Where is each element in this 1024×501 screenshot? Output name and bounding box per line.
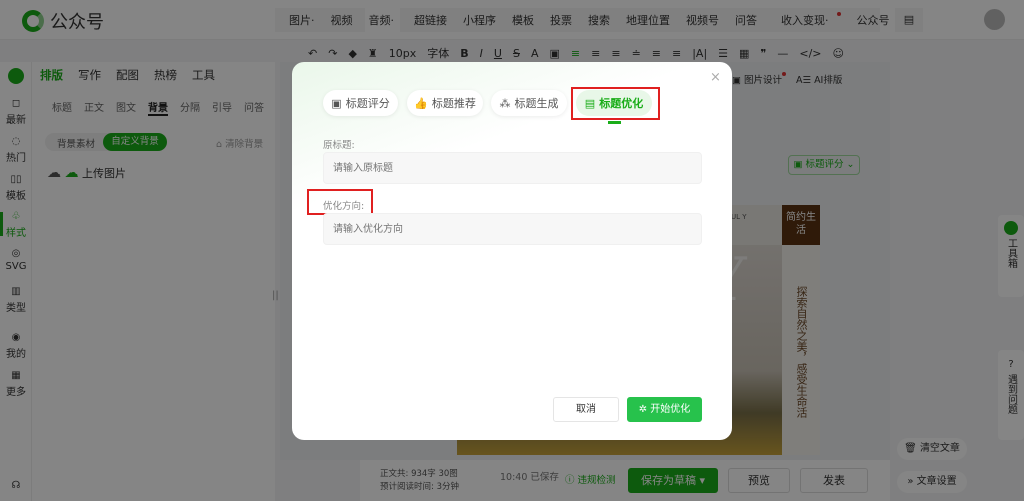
highlight-box xyxy=(571,87,660,120)
title-tools-dialog: × ▣标题评分 👍标题推荐 ⁂标题生成 ▤标题优化 原标题: 优化方向: 取消 … xyxy=(292,62,732,440)
magic-wand-icon: ⁂ xyxy=(499,96,511,110)
direction-input[interactable] xyxy=(323,213,702,245)
start-optimize-button[interactable]: ✲ 开始优化 xyxy=(627,397,702,422)
sparkle-icon: ✲ xyxy=(638,404,648,415)
tab-label: 标题评分 xyxy=(345,97,390,110)
thumbs-up-icon: 👍 xyxy=(414,96,428,110)
tab-title-score[interactable]: ▣ 标题评分 xyxy=(323,90,398,116)
original-title-label: 原标题: xyxy=(323,140,355,151)
tab-title-recommend[interactable]: 👍 标题推荐 xyxy=(407,90,483,116)
cancel-button[interactable]: 取消 xyxy=(553,397,619,422)
close-icon[interactable]: × xyxy=(710,70,721,85)
tab-title-generate[interactable]: ⁂ 标题生成 xyxy=(491,90,567,116)
score-icon: ▣ xyxy=(331,96,342,110)
original-title-input[interactable] xyxy=(323,152,702,184)
tab-label: 标题生成 xyxy=(514,97,559,110)
highlight-box xyxy=(307,189,373,215)
start-optimize-label: 开始优化 xyxy=(650,404,691,415)
tab-label: 标题推荐 xyxy=(431,97,476,110)
active-tab-underline xyxy=(608,121,621,124)
